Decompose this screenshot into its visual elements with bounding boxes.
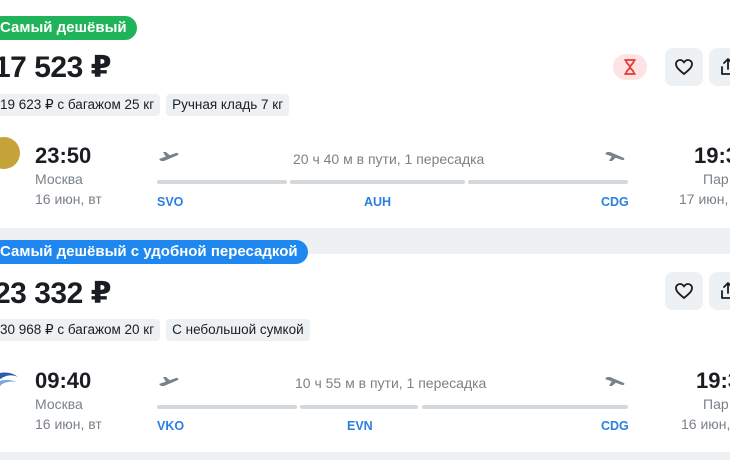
heart-icon — [675, 283, 693, 299]
takeoff-plane-icon — [159, 152, 179, 161]
origin-airport-code: SVO — [157, 195, 184, 209]
route-segment — [422, 405, 628, 409]
arrival-date: 17 июн, — [679, 191, 729, 207]
offer-price: 23 332 ₽ — [0, 277, 111, 310]
baggage-tags: 30 968 ₽ с багажом 20 кг С небольшой сум… — [0, 319, 310, 341]
airline-logo — [0, 363, 20, 395]
share-button[interactable] — [709, 272, 730, 310]
landing-plane-icon — [605, 152, 625, 161]
arrival-date: 16 июн, — [681, 416, 730, 432]
heart-icon — [675, 59, 693, 75]
departure-date: 16 июн, вт — [35, 416, 102, 432]
route-segment — [468, 180, 628, 184]
route-segment — [157, 405, 297, 409]
departure-time: 23:50 — [35, 143, 92, 168]
offer-price: 17 523 ₽ — [0, 51, 111, 84]
destination-airport-code: CDG — [601, 195, 629, 209]
destination-airport-code: CDG — [601, 419, 629, 433]
transfer-airport-code: EVN — [347, 419, 373, 433]
share-icon — [721, 58, 730, 75]
landing-plane-icon — [605, 377, 625, 386]
favorite-button[interactable] — [665, 48, 703, 86]
takeoff-plane-icon — [159, 377, 179, 386]
departure-city: Москва — [35, 171, 83, 187]
hourglass-icon[interactable] — [613, 54, 647, 80]
route-segment — [300, 405, 418, 409]
arrival-city: Пар — [703, 171, 729, 187]
departure-date: 16 июн, вт — [35, 191, 102, 207]
origin-airport-code: VKO — [157, 419, 185, 433]
favorite-button[interactable] — [665, 272, 703, 310]
cheapest-badge: Самый дешёвый — [0, 16, 137, 40]
arrival-city: Пар — [703, 396, 729, 412]
share-icon — [721, 282, 730, 299]
flight-duration: 10 ч 55 м в пути, 1 пересадка — [295, 375, 487, 391]
arrival-time: 19:3 — [694, 143, 730, 168]
flight-duration: 20 ч 40 м в пути, 1 пересадка — [293, 151, 485, 167]
route-segment — [290, 180, 465, 184]
arrival-time: 19:3 — [696, 368, 730, 393]
convenient-transfer-badge: Самый дешёвый с удобной пересадкой — [0, 240, 308, 264]
share-button[interactable] — [709, 48, 730, 86]
hand-luggage-tag: Ручная кладь 7 кг — [166, 94, 290, 116]
route-segment — [157, 180, 287, 184]
baggage-option-tag[interactable]: 19 623 ₽ с багажом 25 кг — [0, 94, 161, 116]
transfer-airport-code: AUH — [364, 195, 392, 209]
departure-time: 09:40 — [35, 368, 92, 393]
hand-luggage-tag: С небольшой сумкой — [166, 319, 310, 341]
departure-city: Москва — [35, 396, 83, 412]
baggage-option-tag[interactable]: 30 968 ₽ с багажом 20 кг — [0, 319, 161, 341]
baggage-tags: 19 623 ₽ с багажом 25 кг Ручная кладь 7 … — [0, 94, 290, 116]
